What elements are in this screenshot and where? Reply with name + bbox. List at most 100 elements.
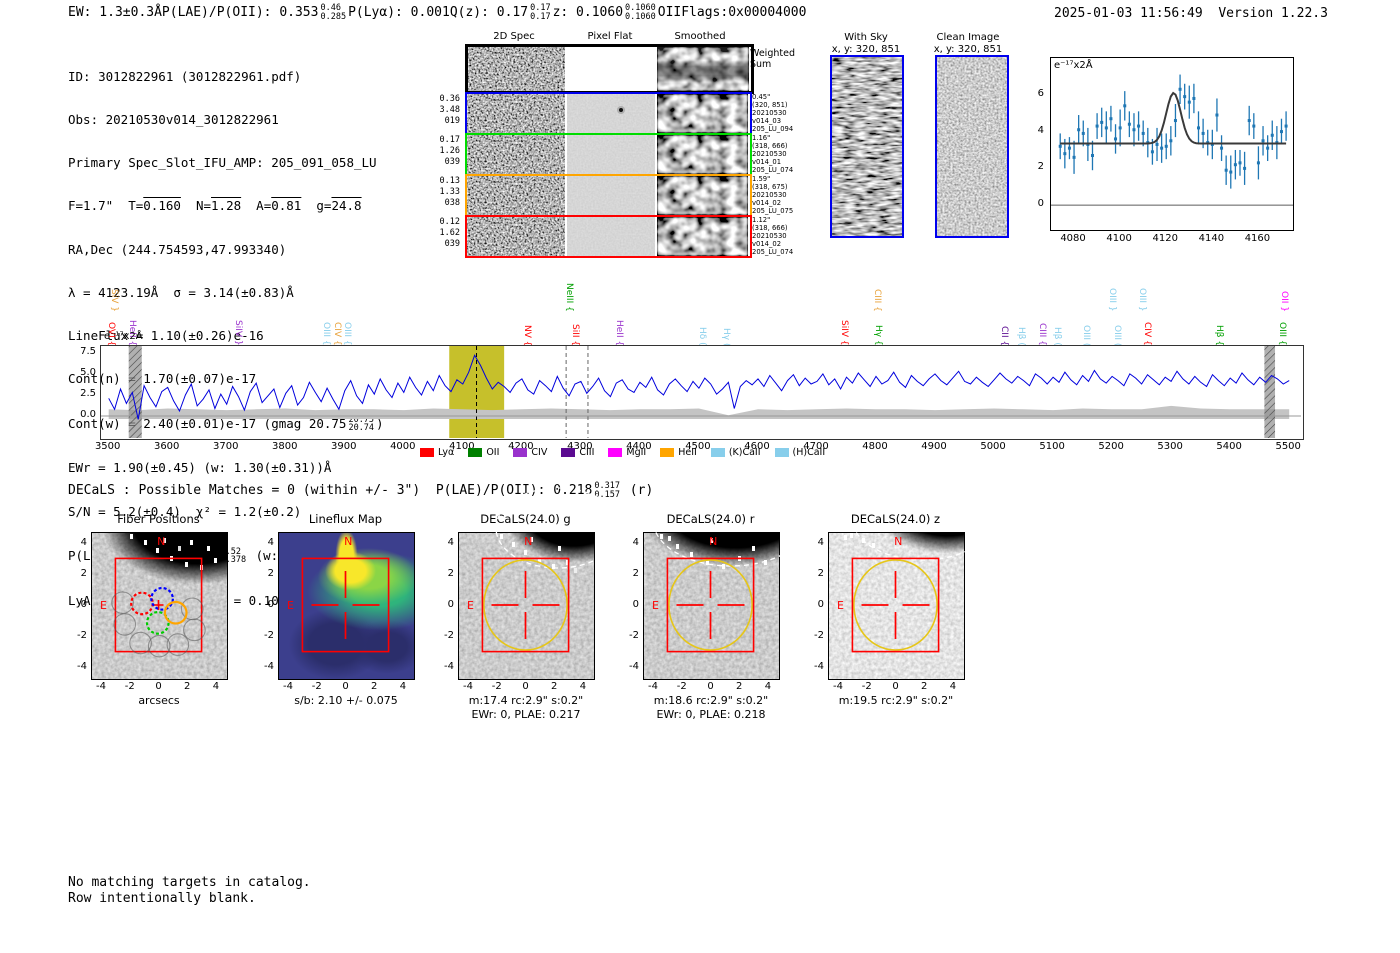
inset-unit-label: e⁻¹⁷x2Å: [1054, 60, 1093, 71]
panel-xtick: -2: [491, 681, 502, 692]
panel-xtick: 2: [551, 681, 558, 692]
qz-lower: 0.17: [530, 11, 551, 22]
legend-swatch: [608, 448, 623, 457]
panel-ytick: 2: [447, 567, 454, 579]
main-xtick: 3900: [331, 441, 357, 452]
cutout-2dspec-image: [467, 217, 565, 256]
clean-title: Clean Image x, y: 320, 851: [913, 32, 1023, 56]
spectrum-legend: Lyα OII CIV CIII MgII HeII (K)CaII (H)CaII: [420, 447, 980, 458]
panel-xtick: 4: [579, 681, 587, 692]
info-f: F=1.7" T=: [68, 198, 144, 214]
cutout-right-label: 1.59" (318, 675) 20210530 v014_02 205_LU_075: [752, 175, 794, 215]
legend-label: CIII: [579, 447, 595, 458]
decals-bounds: 0.317 0.157: [594, 482, 620, 499]
pixelflat-dot: [619, 108, 623, 112]
cutout-2dspec-image: [467, 176, 565, 215]
legend-item: MgII: [608, 447, 646, 458]
legend-label: OII: [486, 447, 500, 458]
z-bounds: 0.1060 0.1060: [625, 4, 656, 21]
north-label: N: [709, 535, 717, 548]
info-t-val: 0.160: [143, 198, 181, 214]
data-point: [1270, 133, 1274, 137]
main-xtick: 5000: [980, 441, 1006, 452]
data-point: [1183, 95, 1187, 99]
info-a-val: 0.81: [271, 198, 302, 214]
main-ytick: 5.0: [80, 366, 96, 378]
plae-lower: 0.285: [320, 11, 347, 22]
cutout-smoothed-image: [657, 135, 748, 174]
panel-xtick: 2: [184, 681, 191, 692]
line-label: NV {: [522, 324, 532, 346]
data-point: [1114, 137, 1118, 141]
east-label: E: [837, 599, 844, 612]
clean-image: [935, 55, 1009, 238]
panel-ytick: -2: [444, 630, 454, 642]
legend-label: Lyα: [438, 447, 455, 458]
panel-ytick: -2: [264, 630, 274, 642]
main-ytick: 0.0: [80, 409, 96, 421]
line-label: OIII {: [1277, 322, 1287, 346]
panel-xtick: -2: [311, 681, 322, 692]
data-point: [1141, 131, 1145, 135]
inset-xtick: 4160: [1244, 233, 1271, 244]
panel-xtick: -4: [283, 681, 294, 692]
north-label: N: [894, 535, 902, 548]
datetime-version: 2025-01-03 11:56:49 Version 1.22.3: [1054, 6, 1328, 21]
cutout-left-label: 0.36 3.48 019: [439, 94, 460, 126]
data-point: [1095, 124, 1099, 128]
legend-swatch: [660, 448, 675, 457]
panel-xtick: -4: [833, 681, 844, 692]
data-point: [1243, 166, 1247, 170]
main-xtick: 3500: [94, 441, 121, 452]
panel-caption2: EWr: 0, PLAE: 0.218: [656, 708, 766, 721]
legend-item: CIII: [561, 447, 594, 458]
east-label: E: [100, 599, 107, 612]
data-point: [1284, 124, 1288, 128]
panel-ytick: -4: [77, 661, 87, 673]
panel-xlabel: m:17.4 rc:2.9" s:0.2": [468, 694, 584, 707]
inset-xtick: 4140: [1198, 233, 1225, 244]
data-point: [1109, 117, 1113, 121]
east-label: E: [287, 599, 294, 612]
legend-swatch: [513, 448, 528, 457]
legend-swatch: [561, 448, 576, 457]
cutout-2dspec-image: [467, 94, 565, 133]
line-label: OIII (: [1081, 324, 1091, 346]
line-label: NeIII {: [564, 283, 574, 312]
panel-ytick: 0: [632, 599, 639, 610]
cutout-smoothed-image: [657, 217, 748, 256]
panel-xlabel: arcsecs: [138, 694, 180, 707]
z-value: z: 0.1060: [552, 5, 624, 20]
panel-ytick: 0: [817, 599, 824, 610]
panel-ytick: -2: [629, 630, 639, 642]
info-obs: Obs: 20210530v014_3012822961: [68, 112, 279, 128]
cutout-pixelflat-image: [567, 135, 655, 174]
panel-ytick: 0: [267, 599, 274, 610]
data-point: [1187, 100, 1191, 104]
elixer-report-page: EW: 1.3±0.3Å P(LAE)/P(OII): 0.353 0.46 0…: [0, 0, 1400, 953]
weighted-smoothed-image: [657, 47, 749, 91]
cutout-smoothed-image: [657, 176, 748, 215]
info-primary-spec: Primary Spec_Slot_IFU_AMP: 205_091_058_L…: [68, 155, 377, 171]
panel-title: DECaLS(24.0) z: [850, 512, 941, 526]
line-label: CIII {: [872, 289, 882, 312]
data-point: [1127, 122, 1131, 126]
plae-poii-bounds: 0.46 0.285: [320, 4, 346, 21]
inset-xtick: 4100: [1106, 233, 1132, 244]
panel-xtick: -4: [463, 681, 474, 692]
panel-xtick: 0: [892, 681, 899, 692]
data-point: [1252, 124, 1256, 128]
data-point: [1247, 119, 1251, 123]
inset-ytick: 4: [1037, 124, 1044, 136]
line-label: OIII }: [1107, 288, 1117, 312]
legend-item: CIV: [513, 447, 547, 458]
info-n-val: 1.28: [211, 198, 242, 214]
data-point: [1132, 128, 1136, 132]
data-point: [1058, 144, 1062, 148]
data-point: [1123, 104, 1127, 108]
inset-xtick: 4120: [1152, 233, 1178, 244]
data-point: [1215, 113, 1219, 117]
weighted-sum-label: Weighted Sum: [750, 48, 795, 70]
panel-ytick: 2: [267, 567, 274, 579]
panel-ytick: 0: [80, 599, 87, 610]
